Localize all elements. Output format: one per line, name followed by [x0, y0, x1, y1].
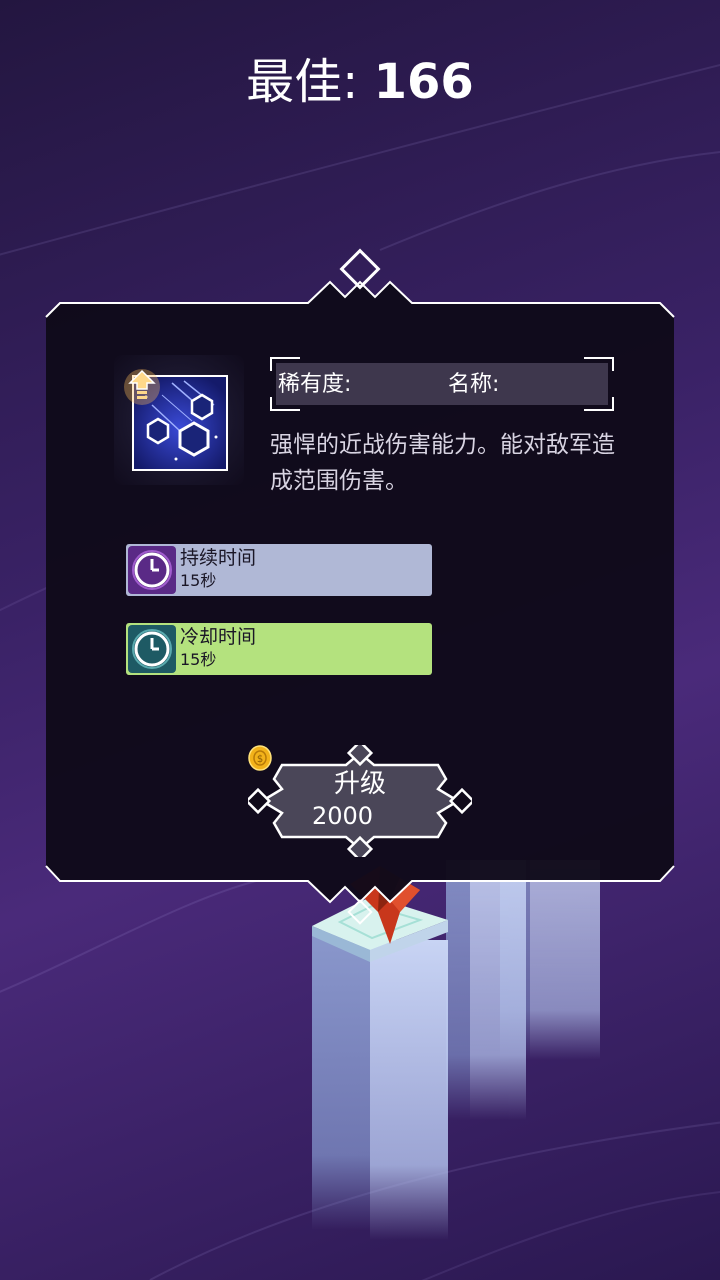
- duration-clock-icon: [128, 546, 176, 594]
- skill-icon-frame: [114, 355, 244, 485]
- best-score-label: 最佳:: [246, 54, 359, 110]
- best-score: 最佳: 166: [0, 52, 720, 112]
- stat-cooldown: 冷却时间 15秒: [126, 623, 432, 675]
- skill-info-bar: 稀有度: 名称:: [270, 357, 614, 411]
- cooldown-clock-icon: [128, 625, 176, 673]
- stat-duration: 持续时间 15秒: [126, 544, 432, 596]
- name-label: 名称:: [448, 372, 500, 397]
- svg-text:$: $: [257, 754, 263, 765]
- gold-coin-icon: $: [248, 745, 272, 771]
- stat-duration-title: 持续时间: [180, 547, 257, 569]
- stat-cooldown-value: 15秒: [180, 650, 217, 669]
- stat-cooldown-title: 冷却时间: [180, 626, 257, 648]
- upgrade-label: 升级: [333, 769, 386, 799]
- best-score-value: 166: [373, 54, 474, 110]
- upgrade-button[interactable]: 升级 2000 $: [248, 745, 472, 857]
- rarity-label: 稀有度:: [278, 372, 352, 397]
- upgrade-arrow-icon: [124, 369, 160, 405]
- skill-description: 强悍的近战伤害能力。能对敌军造成范围伤害。: [270, 432, 615, 494]
- skill-panel: 稀有度: 名称: 强悍的近战伤害能力。能对敌军造成范围伤害。 持续时间 15秒 …: [48, 303, 672, 881]
- stat-duration-value: 15秒: [180, 571, 217, 590]
- upgrade-cost: 2000: [312, 802, 374, 830]
